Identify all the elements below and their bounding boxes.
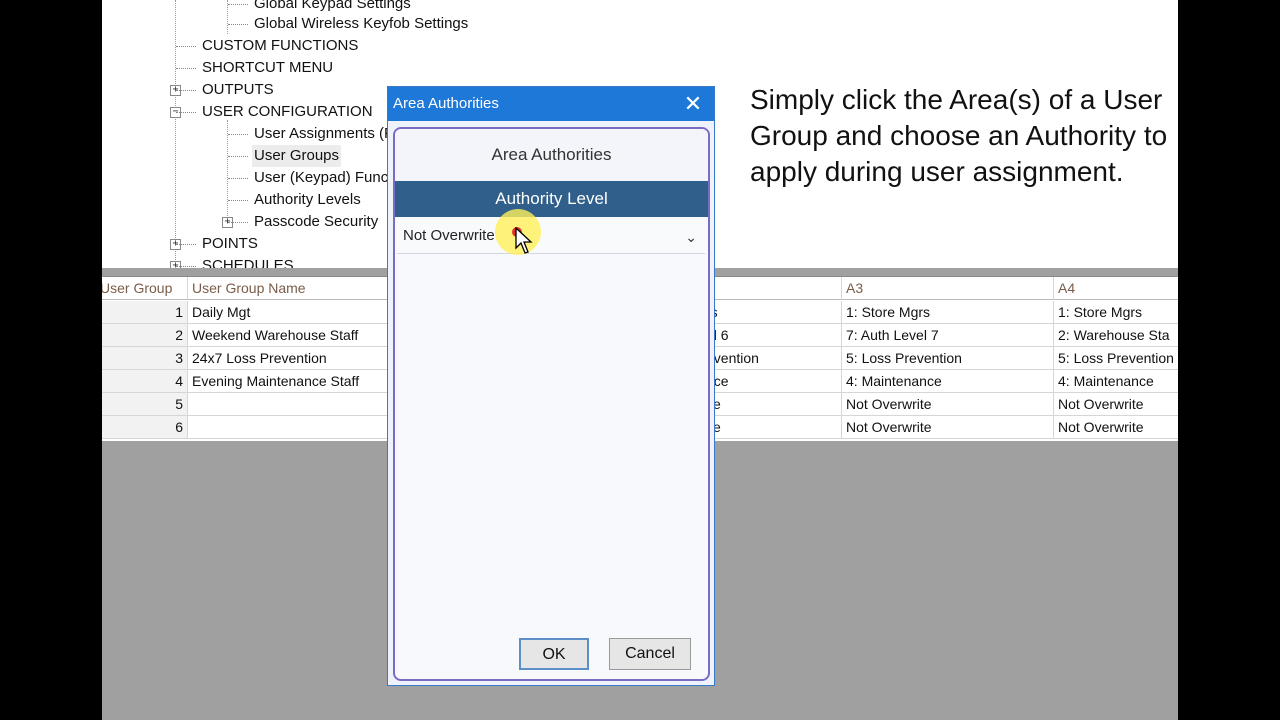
area-a2-cell[interactable]: el 6 xyxy=(702,324,842,347)
area-a3-cell[interactable]: 5: Loss Prevention xyxy=(842,347,1054,370)
row-number: 2 xyxy=(102,324,188,347)
chevron-down-icon[interactable]: ⌄ xyxy=(685,219,697,255)
authority-level-column-header: Authority Level xyxy=(395,181,708,217)
user-group-name-cell[interactable] xyxy=(188,416,388,439)
area-a3-cell[interactable]: Not Overwrite xyxy=(842,416,1054,439)
area-a4-cell[interactable]: Not Overwrite xyxy=(1054,416,1178,439)
area-a4-cell[interactable]: 5: Loss Prevention xyxy=(1054,347,1178,370)
area-a2-cell[interactable]: ite xyxy=(702,393,842,416)
cancel-button[interactable]: Cancel xyxy=(609,638,691,670)
area-a4-cell[interactable]: 2: Warehouse Sta xyxy=(1054,324,1178,347)
tree-item-shortcut-menu[interactable]: SHORTCUT MENU xyxy=(176,57,335,79)
area-a3-cell[interactable]: 7: Auth Level 7 xyxy=(842,324,1054,347)
tree-item-passcode-security[interactable]: Passcode Security xyxy=(228,211,380,233)
column-header-user-group[interactable]: User Group xyxy=(102,277,188,300)
area-a2-cell[interactable]: ite xyxy=(702,416,842,439)
tree-item-global-wireless-keyfob-settings[interactable]: Global Wireless Keyfob Settings xyxy=(228,13,470,35)
area-a3-cell[interactable]: 1: Store Mgrs xyxy=(842,301,1054,324)
ok-button[interactable]: OK xyxy=(519,638,589,670)
tree-item-outputs[interactable]: OUTPUTS xyxy=(176,79,276,101)
close-icon[interactable]: ✕ xyxy=(672,87,714,121)
row-number: 5 xyxy=(102,393,188,416)
user-group-name-cell[interactable]: Daily Mgt xyxy=(188,301,388,324)
dropdown-selected-value: Not Overwrite xyxy=(403,227,495,244)
user-group-name-cell[interactable]: Evening Maintenance Staff xyxy=(188,370,388,393)
row-number: 3 xyxy=(102,347,188,370)
area-a4-cell[interactable]: Not Overwrite xyxy=(1054,393,1178,416)
tree-item-user-configuration[interactable]: USER CONFIGURATION xyxy=(176,101,375,123)
area-a4-cell[interactable]: 1: Store Mgrs xyxy=(1054,301,1178,324)
tree-item-points[interactable]: POINTS xyxy=(176,233,260,255)
area-a3-cell[interactable]: 4: Maintenance xyxy=(842,370,1054,393)
tree-item-user-groups[interactable]: User Groups xyxy=(228,145,342,167)
dialog-content-frame: Area Authorities Authority Level Not Ove… xyxy=(393,127,710,681)
tree-item-schedules[interactable]: SCHEDULES xyxy=(176,255,296,268)
area-a4-cell[interactable]: 4: Maintenance xyxy=(1054,370,1178,393)
area-a2-cell[interactable]: evention xyxy=(702,347,842,370)
row-number: 1 xyxy=(102,301,188,324)
dialog-header: Area Authorities xyxy=(395,129,708,181)
area-a2-cell[interactable]: nce xyxy=(702,370,842,393)
authority-level-dropdown[interactable]: Not Overwrite ⌄ xyxy=(397,209,705,255)
area-a2-cell[interactable]: rs xyxy=(702,301,842,324)
area-authorities-dialog: Area Authorities ✕ Area Authorities Auth… xyxy=(387,86,715,686)
mouse-pointer-icon xyxy=(515,227,533,254)
tree-item-user-keypad-functions[interactable]: User (Keypad) Func xyxy=(228,167,390,189)
user-group-name-cell[interactable]: 24x7 Loss Prevention xyxy=(188,347,388,370)
area-a3-cell[interactable]: Not Overwrite xyxy=(842,393,1054,416)
tree-item-authority-levels[interactable]: Authority Levels xyxy=(228,189,363,211)
row-number: 4 xyxy=(102,370,188,393)
column-header-user-group-name[interactable]: User Group Name xyxy=(188,277,388,300)
tree-item-user-assignments[interactable]: User Assignments (P xyxy=(228,123,396,145)
column-header-a4[interactable]: A4 xyxy=(1054,277,1178,300)
instruction-text: Simply click the Area(s) of a User Group… xyxy=(750,84,1168,187)
user-group-name-cell[interactable] xyxy=(188,393,388,416)
dialog-titlebar[interactable]: Area Authorities ✕ xyxy=(388,87,714,121)
dialog-title: Area Authorities xyxy=(393,95,499,112)
column-header-a3[interactable]: A3 xyxy=(842,277,1054,300)
row-number: 6 xyxy=(102,416,188,439)
user-group-name-cell[interactable]: Weekend Warehouse Staff xyxy=(188,324,388,347)
tree-item-custom-functions[interactable]: CUSTOM FUNCTIONS xyxy=(176,35,360,57)
